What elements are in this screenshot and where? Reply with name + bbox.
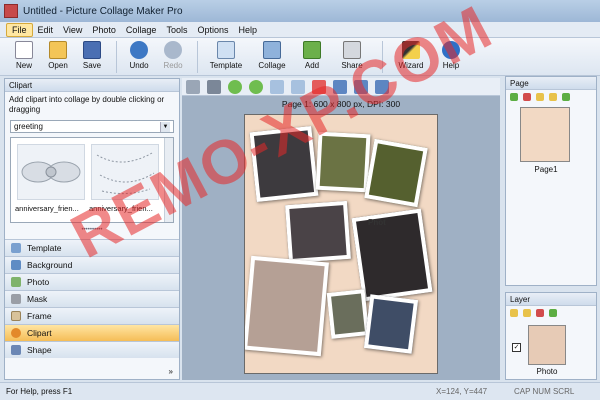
nav-photo[interactable]: Photo xyxy=(5,273,179,290)
nav-clipart[interactable]: Clipart xyxy=(5,324,179,341)
move-down-icon[interactable] xyxy=(249,79,263,94)
page-thumbnail-label: Page1 xyxy=(534,165,558,174)
category-dropdown[interactable]: greeting ▼ xyxy=(10,120,174,133)
menu-tools[interactable]: Tools xyxy=(161,24,192,36)
redo-button[interactable]: Redo xyxy=(157,38,189,70)
nav-frame[interactable]: Frame xyxy=(5,307,179,324)
frame-icon xyxy=(11,311,21,321)
layer-down-icon[interactable] xyxy=(523,308,531,317)
mask-icon xyxy=(11,294,21,304)
category-value: greeting xyxy=(14,122,43,131)
photo-icon xyxy=(11,277,21,287)
page-up-icon[interactable] xyxy=(536,92,544,101)
layer-visibility-checkbox[interactable]: ✓ xyxy=(512,343,521,352)
delete-page-icon[interactable] xyxy=(523,92,531,101)
main-toolbar: New Open Save Undo Redo Template Collage… xyxy=(0,38,600,76)
refresh-icon[interactable] xyxy=(549,308,557,317)
status-bar: For Help, press F1 X=124, Y=447 CAP NUM … xyxy=(0,382,600,400)
clipart-hint: Add clipart into collage by double click… xyxy=(9,95,165,114)
menu-view[interactable]: View xyxy=(58,24,87,36)
photo-caption: Phot xyxy=(368,218,386,227)
toolbar-separator xyxy=(197,41,198,73)
crop-icon[interactable] xyxy=(207,79,221,94)
page-thumbnail[interactable] xyxy=(520,107,570,162)
delete-layer-icon[interactable] xyxy=(536,308,544,317)
template-button[interactable]: Template xyxy=(204,38,248,70)
menu-bar: File Edit View Photo Collage Tools Optio… xyxy=(0,22,600,38)
save-button[interactable]: Save xyxy=(76,38,108,70)
status-flags: CAP NUM SCRL xyxy=(514,387,575,396)
chevron-down-icon[interactable]: ▼ xyxy=(160,121,170,132)
menu-photo[interactable]: Photo xyxy=(87,24,121,36)
background-icon xyxy=(11,260,21,270)
menu-collage[interactable]: Collage xyxy=(121,24,162,36)
page-down-icon[interactable] xyxy=(549,92,557,101)
nav-mask[interactable]: Mask xyxy=(5,290,179,307)
collage-photo[interactable] xyxy=(326,289,370,339)
undo-button[interactable]: Undo xyxy=(123,38,155,70)
collage-photo[interactable] xyxy=(364,138,428,208)
template-icon xyxy=(217,41,235,59)
add-page-icon[interactable] xyxy=(510,92,518,101)
shape-icon xyxy=(11,345,21,355)
redo-icon xyxy=(164,41,182,59)
collage-button[interactable]: Collage xyxy=(250,38,294,70)
page-panel-header: Page xyxy=(506,77,596,90)
ribbon-bow-icon xyxy=(21,161,81,183)
refresh-icon[interactable] xyxy=(562,92,570,101)
collage-icon xyxy=(263,41,281,59)
menu-help[interactable]: Help xyxy=(234,24,263,36)
title-bar: Untitled - Picture Collage Maker Pro xyxy=(0,0,600,22)
layer-panel-tools xyxy=(506,306,596,319)
layer-thumbnail[interactable] xyxy=(528,325,566,365)
undo-icon xyxy=(130,41,148,59)
menu-edit[interactable]: Edit xyxy=(33,24,59,36)
clipart-icon xyxy=(11,328,21,338)
expand-arrow-icon[interactable]: » xyxy=(169,367,173,376)
page-panel: Page Page1 xyxy=(505,76,597,286)
status-coordinates: X=124, Y=447 xyxy=(436,387,488,396)
new-document-icon xyxy=(15,41,33,59)
collage-photo[interactable] xyxy=(245,255,329,357)
clipart-panel-header: Clipart xyxy=(5,79,179,92)
collage-photo[interactable] xyxy=(351,208,433,302)
layer-panel: Layer ✓ Photo xyxy=(505,292,597,380)
add-button[interactable]: Add xyxy=(296,38,328,70)
layer-up-icon[interactable] xyxy=(510,308,518,317)
layer-thumbnail-label: Photo xyxy=(536,367,558,376)
floppy-icon xyxy=(83,41,101,59)
new-button[interactable]: New xyxy=(8,38,40,70)
clipart-thumbnail[interactable] xyxy=(17,144,85,200)
page-panel-tools xyxy=(506,90,596,103)
collage-photo[interactable] xyxy=(285,200,351,264)
app-icon xyxy=(4,4,18,18)
open-button[interactable]: Open xyxy=(42,38,74,70)
nav-shape[interactable]: Shape xyxy=(5,341,179,358)
menu-options[interactable]: Options xyxy=(192,24,233,36)
move-up-icon[interactable] xyxy=(228,79,242,94)
toolbar-separator xyxy=(116,41,117,73)
collage-photo[interactable] xyxy=(363,294,419,354)
layer-panel-header: Layer xyxy=(506,293,596,306)
folder-icon xyxy=(49,41,67,59)
person-icon[interactable] xyxy=(186,79,200,94)
template-icon xyxy=(11,243,21,253)
status-help: For Help, press F1 xyxy=(6,387,73,396)
add-photo-icon xyxy=(303,41,321,59)
menu-file[interactable]: File xyxy=(6,22,33,37)
window-title: Untitled - Picture Collage Maker Pro xyxy=(23,5,183,17)
